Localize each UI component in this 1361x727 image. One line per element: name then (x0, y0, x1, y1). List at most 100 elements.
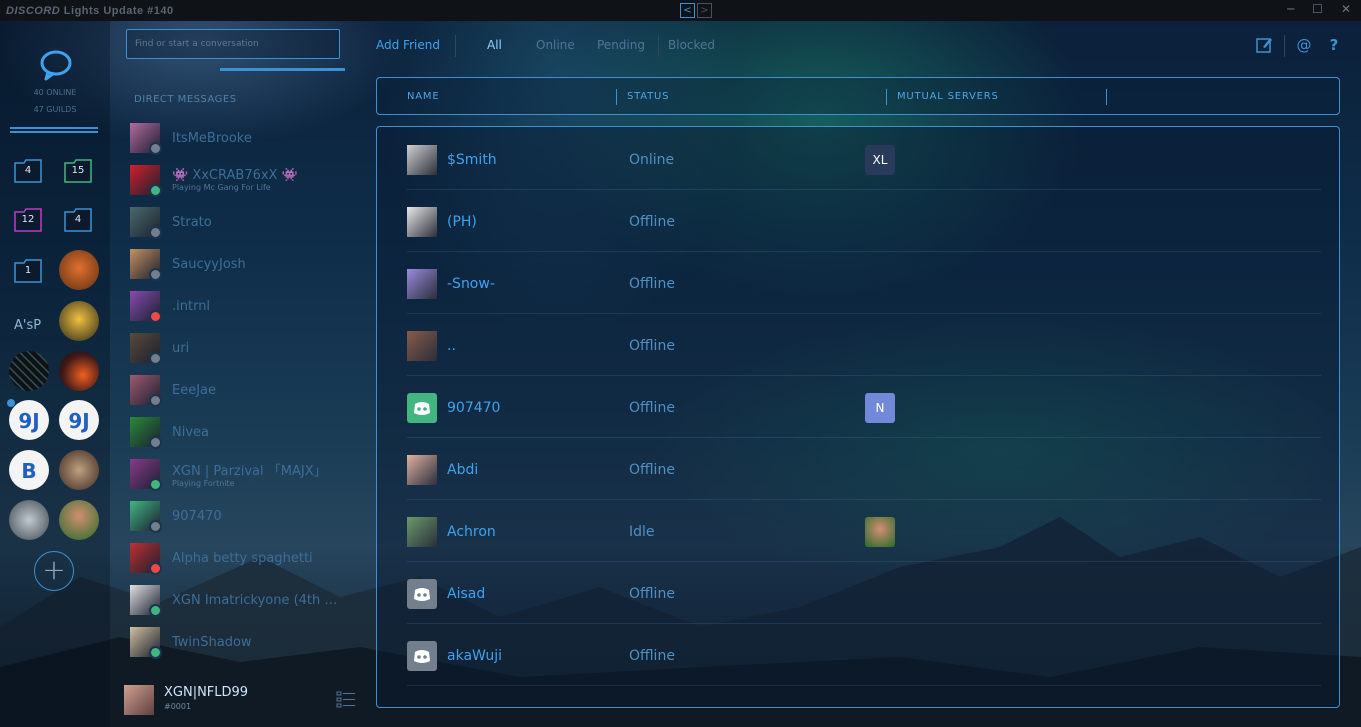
mutual-server-icon[interactable]: XL (865, 145, 895, 175)
tab-divider (1284, 35, 1285, 57)
column-divider (616, 89, 617, 105)
friend-row[interactable]: (PH) Offline (407, 189, 1321, 252)
dm-name: Alpha betty spaghetti (172, 550, 313, 566)
dm-item[interactable]: 👾 XxCRAB76xX 👾 Playing Mc Gang For Life (130, 163, 355, 197)
dm-avatar (130, 123, 162, 155)
dm-item[interactable]: .intrnl (130, 289, 355, 323)
status-indicator (149, 646, 162, 659)
guild-folder[interactable]: 15 (64, 159, 92, 183)
user-avatar[interactable] (124, 685, 154, 715)
dm-name: 👾 XxCRAB76xX 👾 (172, 168, 298, 183)
window-title-text: Lights Update #140 (63, 4, 174, 17)
friend-avatar (407, 641, 437, 671)
guild-icon[interactable] (59, 351, 99, 391)
dm-item[interactable]: uri (130, 331, 355, 365)
friend-row[interactable]: Achron Idle (407, 499, 1321, 562)
status-indicator (149, 604, 162, 617)
minimize-button[interactable]: ─ (1287, 2, 1294, 16)
status-indicator (149, 478, 162, 491)
maximize-button[interactable]: ☐ (1312, 2, 1323, 16)
add-guild-button[interactable]: + (34, 551, 74, 591)
column-mutual-servers[interactable]: MUTUAL SERVERS (897, 91, 999, 102)
guild-folder[interactable]: 1 (14, 259, 42, 283)
dm-item[interactable]: SaucyyJosh (130, 247, 355, 281)
tab-pending[interactable]: Pending (597, 38, 645, 52)
dm-meta: 👾 XxCRAB76xX 👾 Playing Mc Gang For Life (172, 168, 298, 192)
guild-logo-icon: 9J (68, 409, 89, 433)
tab-online[interactable]: Online (536, 38, 575, 52)
guild-icon[interactable] (59, 301, 99, 341)
friend-row[interactable]: -Snow- Offline (407, 251, 1321, 314)
friend-status: Online (629, 152, 675, 168)
dm-meta: TwinShadow (172, 635, 252, 650)
search-input[interactable] (127, 30, 339, 58)
discord-avatar-icon (414, 588, 430, 601)
home-chat-icon[interactable] (38, 47, 74, 83)
dm-item[interactable]: EeeJae (130, 373, 355, 407)
mention-icon[interactable]: @ (1295, 36, 1313, 54)
folder-count: 15 (71, 165, 85, 176)
friend-row[interactable]: Aisad Offline (407, 561, 1321, 624)
friend-row[interactable]: Abdi Offline (407, 437, 1321, 500)
guild-icon[interactable] (9, 351, 49, 391)
guild-icon[interactable]: B (9, 450, 49, 490)
dm-item[interactable]: Alpha betty spaghetti (130, 541, 355, 575)
help-icon[interactable]: ? (1325, 36, 1343, 54)
guild-icon[interactable] (59, 500, 99, 540)
friend-row[interactable]: 907470 Offline N (407, 375, 1321, 438)
new-group-icon[interactable] (1255, 36, 1273, 54)
friend-row[interactable]: .. Offline (407, 313, 1321, 376)
column-status[interactable]: STATUS (627, 91, 669, 102)
back-button[interactable]: < (680, 3, 695, 18)
dm-item[interactable]: XGN | Parzival 「MAJX」 Playing Fortnite (130, 457, 355, 491)
close-button[interactable]: ✕ (1341, 2, 1351, 16)
guild-separator (10, 127, 98, 129)
dm-item[interactable]: 907470 (130, 499, 355, 533)
svg-text:9J: 9J (18, 409, 39, 433)
tab-blocked[interactable]: Blocked (668, 38, 715, 52)
guild-folder[interactable]: 4 (14, 159, 42, 183)
mutual-server-icon[interactable]: N (865, 393, 895, 423)
dm-avatar (130, 501, 162, 533)
status-indicator (149, 562, 162, 575)
mutual-server-label: XL (872, 153, 888, 167)
guild-icon[interactable]: 9J (9, 400, 49, 440)
guild-text-icon[interactable]: A'sP (14, 318, 41, 333)
settings-icon[interactable] (336, 689, 356, 709)
guild-icon[interactable]: 9J (59, 400, 99, 440)
tab-all[interactable]: All (487, 38, 502, 52)
guild-icon[interactable] (59, 450, 99, 490)
dm-meta: uri (172, 341, 189, 356)
dm-search[interactable] (126, 29, 340, 59)
dm-item[interactable]: Nivea (130, 415, 355, 449)
column-name[interactable]: NAME (407, 91, 439, 102)
dm-meta: XGN Imatrickyone (4th account) (172, 593, 342, 608)
dm-avatar (130, 291, 162, 323)
friend-row[interactable]: akaWuji Offline (407, 623, 1321, 686)
dm-name: ItsMeBrooke (172, 130, 252, 146)
dm-item[interactable]: TwinShadow (130, 625, 355, 659)
dm-item[interactable]: XGN Imatrickyone (4th account) (130, 583, 355, 617)
guild-sidebar: 40 ONLINE 47 GUILDS 4 15 12 4 1 A'sP 9J … (0, 21, 110, 727)
guild-icon[interactable] (9, 500, 49, 540)
guild-folder[interactable]: 12 (14, 208, 42, 232)
dm-item[interactable]: ItsMeBrooke (130, 121, 355, 155)
guild-folder[interactable]: 4 (64, 208, 92, 232)
dm-avatar (130, 333, 162, 365)
friend-avatar (407, 517, 437, 547)
guild-icon[interactable] (59, 250, 99, 290)
mutual-server-icon[interactable] (865, 517, 895, 547)
forward-button[interactable]: > (697, 3, 712, 18)
friend-avatar (407, 455, 437, 485)
friend-name: .. (447, 338, 456, 354)
user-tag: #0001 (164, 702, 192, 711)
discord-avatar-icon (414, 402, 430, 415)
friend-row[interactable]: $Smith Online XL (407, 127, 1321, 190)
tab-add-friend[interactable]: Add Friend (376, 38, 440, 52)
discord-logo: DISCORD (6, 4, 61, 17)
folder-count: 1 (24, 265, 32, 276)
dm-item[interactable]: Strato (130, 205, 355, 239)
status-indicator (149, 520, 162, 533)
friend-status: Offline (629, 462, 675, 478)
friend-name: (PH) (447, 214, 477, 230)
